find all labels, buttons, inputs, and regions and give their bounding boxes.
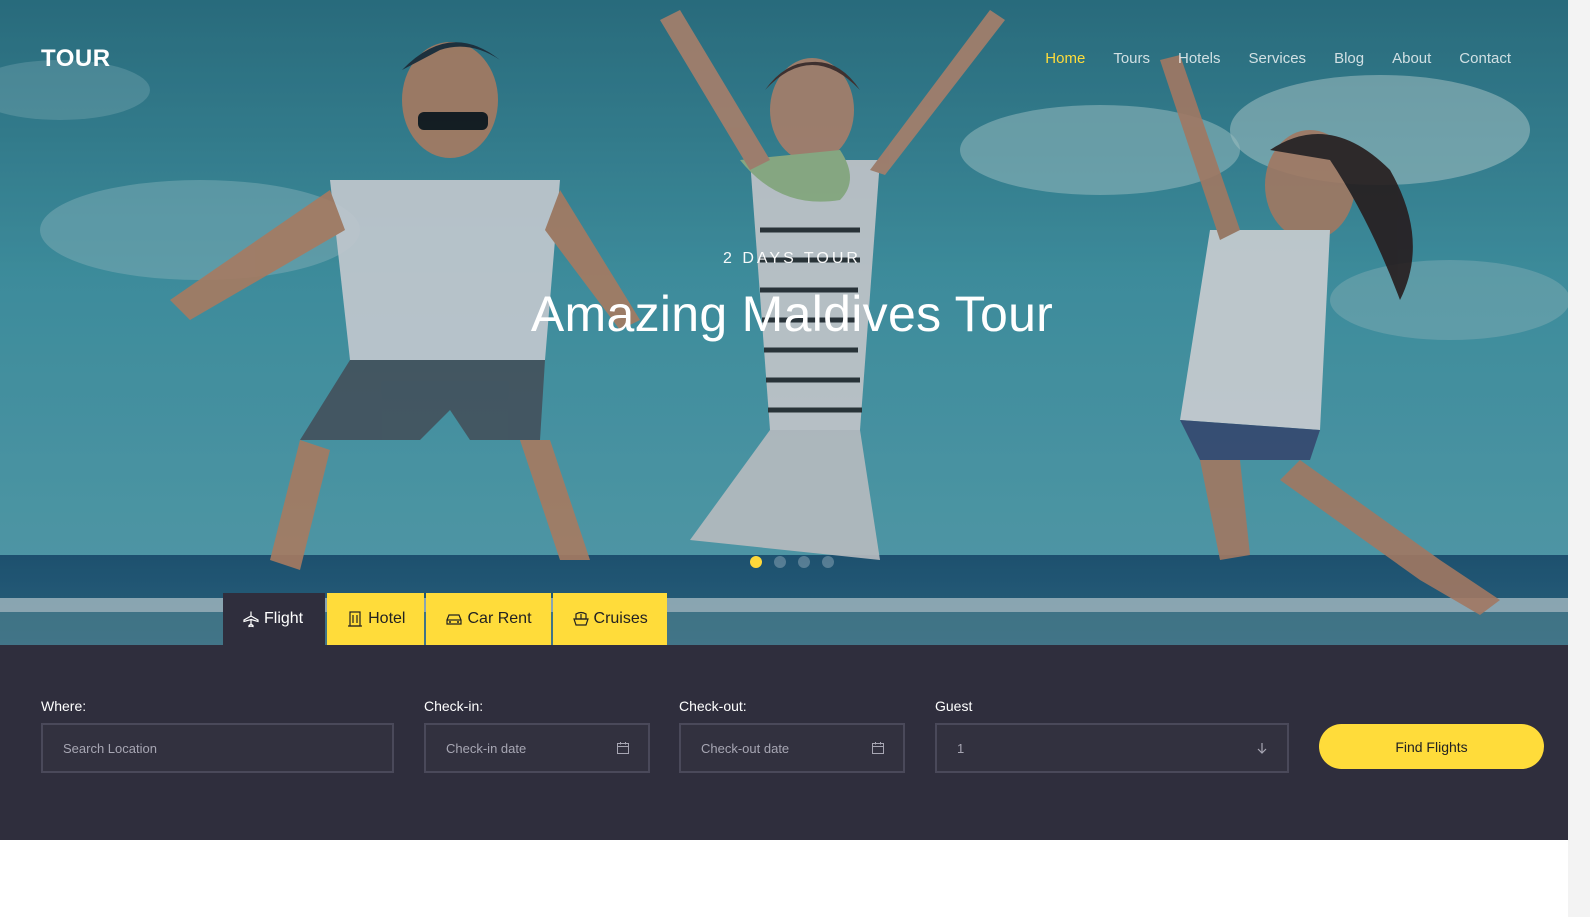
- booking-tabs: Flight Hotel Car Rent Cruises: [223, 593, 669, 645]
- checkout-field: Check-out: Check-out date: [679, 698, 905, 773]
- checkin-placeholder: Check-in date: [446, 740, 527, 756]
- nav-item-contact[interactable]: Contact: [1459, 50, 1511, 67]
- nav-item-about[interactable]: About: [1392, 50, 1431, 67]
- guest-value: 1: [957, 740, 965, 756]
- tab-hotel[interactable]: Hotel: [327, 593, 425, 645]
- hero-subtitle: 2 DAYS TOUR: [723, 250, 861, 267]
- hero-caption: 2 DAYS TOUR Amazing Maldives Tour: [0, 250, 1568, 343]
- arrow-down-icon: [1255, 741, 1269, 755]
- guest-select[interactable]: 1: [935, 723, 1289, 773]
- where-field: Where: Search Location: [41, 698, 394, 773]
- nav-item-tours[interactable]: Tours: [1113, 50, 1150, 67]
- where-input[interactable]: Search Location: [41, 723, 394, 773]
- tab-cruises[interactable]: Cruises: [552, 593, 667, 645]
- tab-car-rent[interactable]: Car Rent: [426, 593, 551, 645]
- carousel-dot-1[interactable]: [750, 556, 762, 568]
- page-scrollbar[interactable]: [1568, 0, 1590, 917]
- carousel-dot-2[interactable]: [774, 556, 786, 568]
- building-icon: [346, 610, 364, 628]
- carousel-dots: [750, 556, 834, 568]
- carousel-dot-3[interactable]: [798, 556, 810, 568]
- guest-field: Guest 1: [935, 698, 1289, 773]
- hero-banner: TOUR Home Tours Hotels Services Blog Abo…: [0, 0, 1568, 645]
- checkin-input[interactable]: Check-in date: [424, 723, 650, 773]
- tab-flight-label: Flight: [264, 610, 304, 627]
- site-logo[interactable]: TOUR: [41, 45, 111, 73]
- tab-flight[interactable]: Flight: [223, 593, 326, 645]
- checkin-field: Check-in: Check-in date: [424, 698, 650, 773]
- guest-label: Guest: [935, 698, 973, 714]
- calendar-icon: [616, 741, 630, 755]
- plane-icon: [242, 610, 260, 628]
- calendar-icon: [871, 741, 885, 755]
- carousel-dot-4[interactable]: [822, 556, 834, 568]
- main-nav: Home Tours Hotels Services Blog About Co…: [1017, 50, 1511, 67]
- checkout-input[interactable]: Check-out date: [679, 723, 905, 773]
- nav-item-hotels[interactable]: Hotels: [1178, 50, 1221, 67]
- find-flights-button[interactable]: Find Flights: [1319, 724, 1544, 769]
- hero-title: Amazing Maldives Tour: [530, 286, 1054, 342]
- checkout-label: Check-out:: [679, 698, 747, 714]
- tab-hotel-label: Hotel: [368, 610, 406, 627]
- checkout-placeholder: Check-out date: [701, 740, 790, 756]
- car-icon: [445, 610, 463, 628]
- checkin-label: Check-in:: [424, 698, 484, 714]
- tab-car-rent-label: Car Rent: [467, 610, 532, 627]
- where-label: Where:: [41, 698, 87, 714]
- nav-item-home[interactable]: Home: [1045, 50, 1085, 67]
- nav-item-services[interactable]: Services: [1249, 50, 1307, 67]
- tab-cruises-label: Cruises: [593, 610, 648, 627]
- ship-icon: [572, 610, 590, 628]
- nav-item-blog[interactable]: Blog: [1334, 50, 1364, 67]
